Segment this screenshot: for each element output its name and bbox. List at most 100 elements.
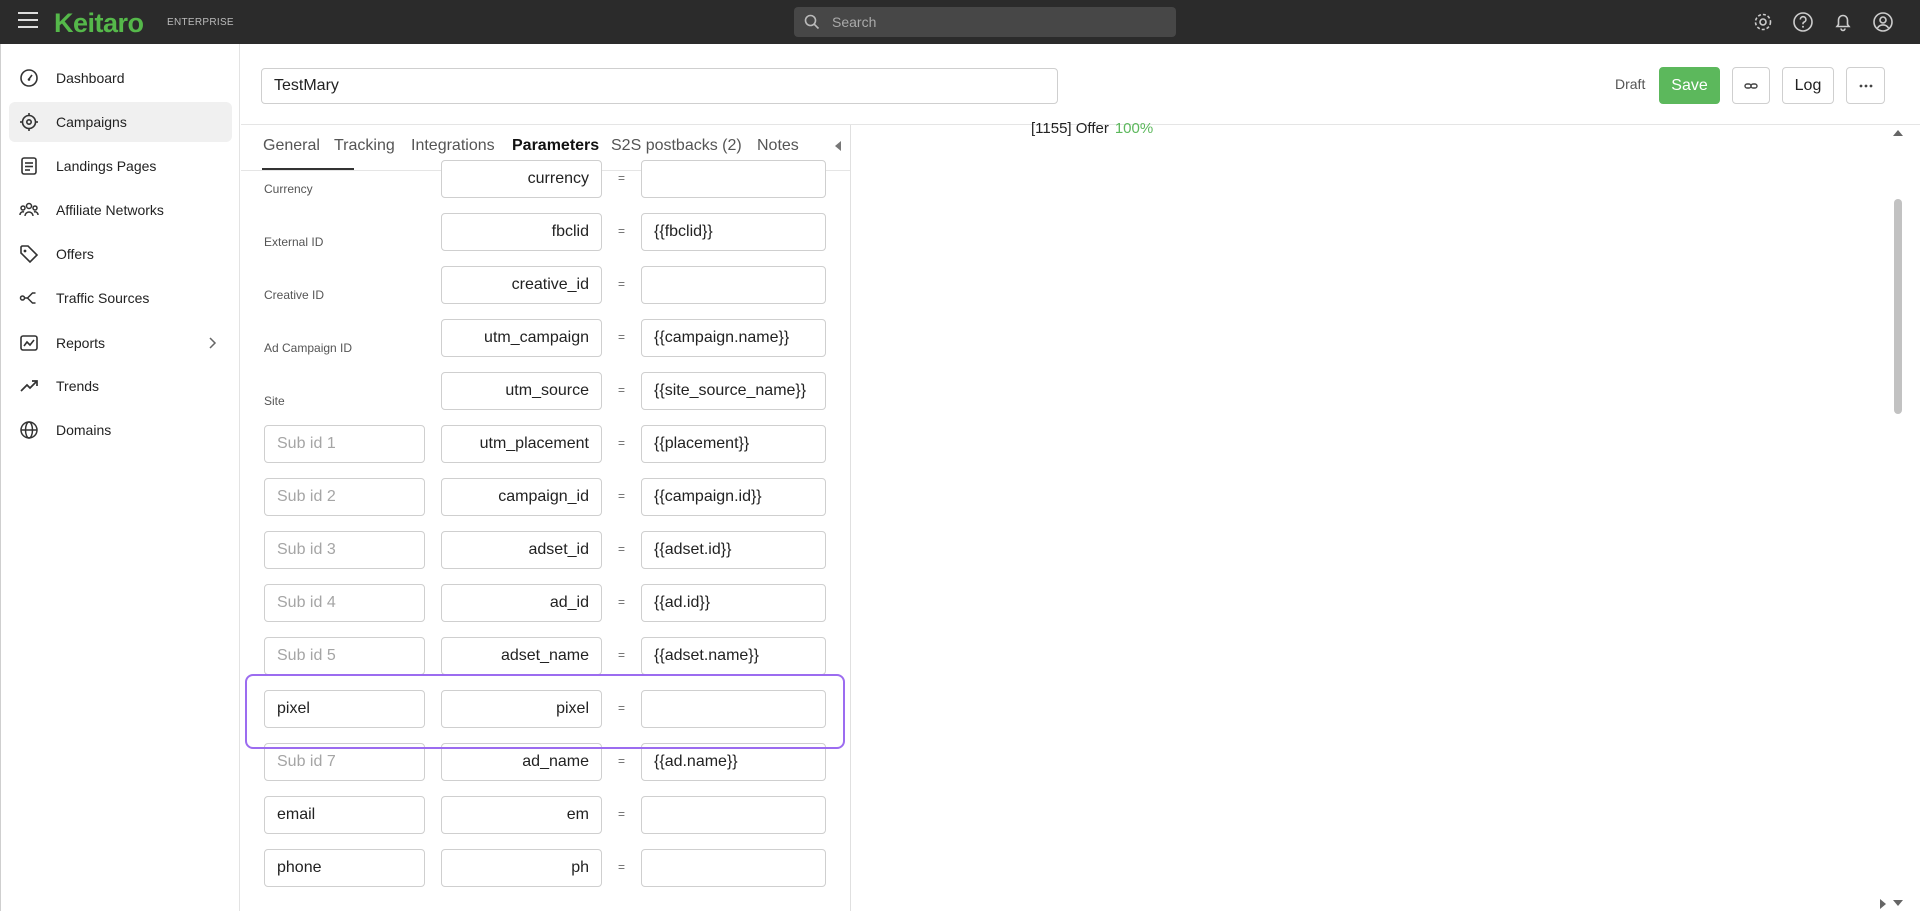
- param-row-sub-id-5: =: [263, 637, 828, 675]
- param-value-input[interactable]: [641, 319, 826, 357]
- tabs-scroll-left-icon[interactable]: [835, 141, 841, 151]
- param-row-phone: =: [263, 849, 828, 887]
- param-row-sub-id-2: =: [263, 478, 828, 516]
- sub-id-name-input[interactable]: [264, 425, 425, 463]
- param-value-input[interactable]: [641, 266, 826, 304]
- save-button[interactable]: Save: [1659, 67, 1720, 104]
- param-key-input[interactable]: [441, 372, 602, 410]
- offer-name: [1155] Offer: [1031, 120, 1109, 137]
- equals-sign: =: [618, 489, 626, 503]
- equals-sign: =: [618, 754, 626, 768]
- sidebar-item-landing-pages[interactable]: Landings Pages: [9, 146, 232, 186]
- param-row-site: Site =: [263, 372, 828, 410]
- sub-id-name-input[interactable]: [264, 584, 425, 622]
- equals-sign: =: [618, 807, 626, 821]
- tab-parameters[interactable]: Parameters: [512, 137, 599, 155]
- campaign-name-input[interactable]: [261, 68, 1058, 104]
- copy-link-button[interactable]: [1732, 67, 1770, 104]
- tag-icon: [20, 245, 39, 264]
- param-key-input[interactable]: [441, 743, 602, 781]
- scroll-down-icon[interactable]: [1893, 900, 1903, 906]
- scroll-thumb[interactable]: [1894, 199, 1902, 414]
- param-key-input[interactable]: [441, 531, 602, 569]
- param-key-input[interactable]: [441, 425, 602, 463]
- param-value-input[interactable]: [641, 160, 826, 198]
- sidebar-item-traffic-sources[interactable]: Traffic Sources: [9, 278, 232, 318]
- sub-id-name-input[interactable]: [264, 743, 425, 781]
- tab-s2s-postbacks[interactable]: S2S postbacks (2): [611, 137, 742, 155]
- param-value-input[interactable]: [641, 849, 826, 887]
- help-icon[interactable]: [1792, 11, 1814, 33]
- param-key-input[interactable]: [441, 478, 602, 516]
- flow-offer-item[interactable]: [1155] Offer 100%: [1031, 120, 1153, 137]
- param-label: Creative ID: [264, 288, 325, 302]
- equals-sign: =: [618, 595, 626, 609]
- param-key-input[interactable]: [441, 584, 602, 622]
- equals-sign: =: [618, 277, 626, 291]
- param-value-input[interactable]: [641, 637, 826, 675]
- log-button[interactable]: Log: [1782, 67, 1834, 104]
- sub-id-name-input[interactable]: [264, 531, 425, 569]
- sidebar-item-trends[interactable]: Trends: [9, 366, 232, 406]
- param-key-input[interactable]: [441, 160, 602, 198]
- param-value-input[interactable]: [641, 584, 826, 622]
- param-value-input[interactable]: [641, 796, 826, 834]
- sidebar-item-reports[interactable]: Reports: [9, 323, 232, 363]
- equals-sign: =: [618, 383, 626, 397]
- sidebar-item-campaigns[interactable]: Campaigns: [9, 102, 232, 142]
- sidebar-item-affiliate-networks[interactable]: Affiliate Networks: [9, 190, 232, 230]
- equals-sign: =: [618, 542, 626, 556]
- sidebar-item-dashboard[interactable]: Dashboard: [9, 58, 232, 98]
- param-key-input[interactable]: [441, 849, 602, 887]
- param-row-sub-id-3: =: [263, 531, 828, 569]
- logo[interactable]: Keitaro: [54, 8, 144, 39]
- target-icon: [20, 113, 38, 131]
- scroll-right-icon[interactable]: [1880, 899, 1886, 909]
- sub-id-name-input[interactable]: [264, 478, 425, 516]
- tab-integrations[interactable]: Integrations: [411, 137, 495, 155]
- user-icon[interactable]: [1872, 11, 1894, 33]
- tab-notes[interactable]: Notes: [757, 137, 799, 155]
- param-key-input[interactable]: [441, 690, 602, 728]
- search-input[interactable]: [832, 7, 1162, 37]
- globe-icon: [20, 421, 38, 439]
- sidebar-item-domains[interactable]: Domains: [9, 410, 232, 450]
- param-value-input[interactable]: [641, 478, 826, 516]
- param-key-input[interactable]: [441, 796, 602, 834]
- param-label: External ID: [264, 235, 324, 249]
- param-key-input[interactable]: [441, 213, 602, 251]
- param-value-input[interactable]: [641, 743, 826, 781]
- param-row-pixel: =: [263, 690, 828, 728]
- sidebar-item-offers[interactable]: Offers: [9, 234, 232, 274]
- bell-icon[interactable]: [1832, 11, 1854, 33]
- param-value-input[interactable]: [641, 213, 826, 251]
- chevron-right-icon[interactable]: [204, 335, 220, 351]
- sub-id-name-input[interactable]: [264, 690, 425, 728]
- tab-tracking[interactable]: Tracking: [334, 137, 395, 155]
- vertical-scrollbar[interactable]: [1892, 125, 1904, 911]
- param-value-input[interactable]: [641, 425, 826, 463]
- sub-id-name-input[interactable]: [264, 637, 425, 675]
- menu-icon[interactable]: [18, 12, 38, 30]
- sidebar-item-label: Reports: [56, 335, 106, 351]
- more-button[interactable]: [1846, 67, 1885, 104]
- sub-id-name-input[interactable]: [264, 796, 425, 834]
- sidebar-item-label: Offers: [56, 246, 94, 262]
- offer-share: 100%: [1114, 120, 1154, 137]
- param-key-input[interactable]: [441, 319, 602, 357]
- gear-icon[interactable]: [1752, 11, 1774, 33]
- tab-general[interactable]: General: [263, 137, 320, 155]
- more-icon: [1859, 84, 1872, 87]
- equals-sign: =: [618, 171, 626, 185]
- param-key-input[interactable]: [441, 637, 602, 675]
- search-box[interactable]: [794, 7, 1176, 37]
- param-key-input[interactable]: [441, 266, 602, 304]
- param-row-creative-id: Creative ID =: [263, 266, 828, 304]
- top-bar: Keitaro ENTERPRISE: [0, 0, 1920, 44]
- branch-icon: [19, 292, 36, 304]
- scroll-up-icon[interactable]: [1893, 130, 1903, 136]
- param-value-input[interactable]: [641, 690, 826, 728]
- param-value-input[interactable]: [641, 372, 826, 410]
- sub-id-name-input[interactable]: [264, 849, 425, 887]
- param-value-input[interactable]: [641, 531, 826, 569]
